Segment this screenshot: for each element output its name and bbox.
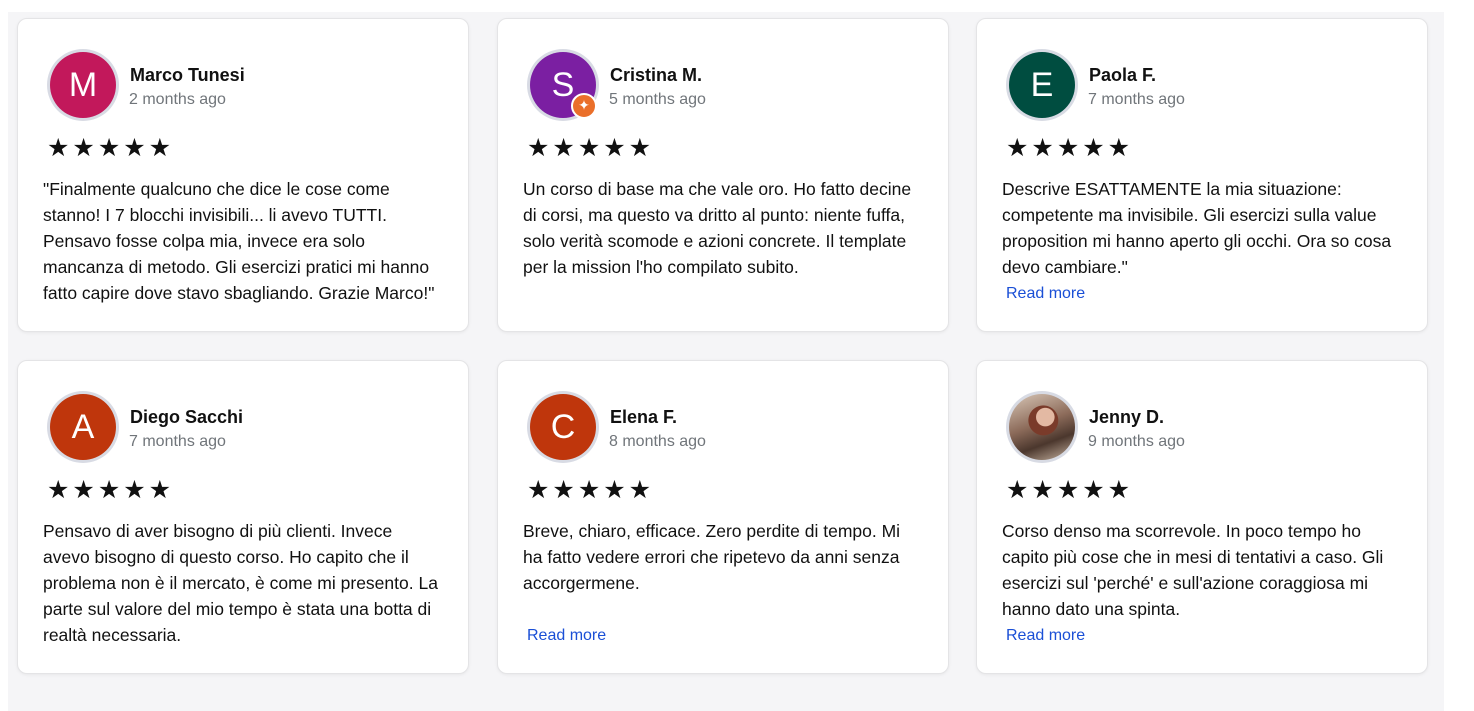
star-rating: ★★★★★ <box>527 475 655 504</box>
review-time: 5 months ago <box>609 91 706 108</box>
review-card: Jenny D. 9 months ago ★★★★★ Corso denso … <box>976 360 1428 674</box>
star-rating: ★★★★★ <box>47 133 175 162</box>
star-rating: ★★★★★ <box>47 475 175 504</box>
reviewer-name[interactable]: Diego Sacchi <box>130 407 243 428</box>
review-text: Pensavo di aver bisogno di più clienti. … <box>43 521 438 645</box>
star-rating: ★★★★★ <box>527 133 655 162</box>
review-text: Un corso di base ma che vale oro. Ho fat… <box>523 179 912 277</box>
reviewer-name[interactable]: Marco Tunesi <box>130 65 245 86</box>
review-card: E Paola F. 7 months ago ★★★★★ Descrive E… <box>976 18 1428 332</box>
avatar[interactable]: M <box>47 49 119 121</box>
avatar[interactable]: E <box>1006 49 1078 121</box>
review-card: M Marco Tunesi 2 months ago ★★★★★ "Final… <box>17 18 469 332</box>
review-card: A Diego Sacchi 7 months ago ★★★★★ Pensav… <box>17 360 469 674</box>
star-badge-icon: ✦ <box>571 93 597 119</box>
review-card: C Elena F. 8 months ago ★★★★★ Breve, chi… <box>497 360 949 674</box>
star-rating: ★★★★★ <box>1006 475 1134 504</box>
review-time: 8 months ago <box>609 433 706 450</box>
review-text: Descrive ESATTAMENTE la mia situazione: … <box>1002 179 1392 277</box>
reviewer-name[interactable]: Jenny D. <box>1089 407 1164 428</box>
review-text: Breve, chiaro, efficace. Zero perdite di… <box>523 521 901 593</box>
review-time: 7 months ago <box>1088 91 1185 108</box>
avatar[interactable] <box>1006 391 1078 463</box>
avatar-initial: E <box>1009 52 1075 118</box>
review-text: Corso denso ma scorrevole. In poco tempo… <box>1002 521 1384 619</box>
avatar-initial: M <box>50 52 116 118</box>
review-time: 2 months ago <box>129 91 226 108</box>
review-time: 9 months ago <box>1088 433 1185 450</box>
reviewer-name[interactable]: Paola F. <box>1089 65 1156 86</box>
avatar-initial: A <box>50 394 116 460</box>
profile-photo <box>1009 394 1075 460</box>
star-rating: ★★★★★ <box>1006 133 1134 162</box>
avatar-initial: C <box>530 394 596 460</box>
read-more-link[interactable]: Read more <box>1006 627 1085 645</box>
reviewer-name[interactable]: Elena F. <box>610 407 677 428</box>
review-card: S ✦ Cristina M. 5 months ago ★★★★★ Un co… <box>497 18 949 332</box>
avatar[interactable]: C <box>527 391 599 463</box>
read-more-link[interactable]: Read more <box>1006 285 1085 303</box>
avatar[interactable]: A <box>47 391 119 463</box>
avatar[interactable]: S ✦ <box>527 49 599 121</box>
reviewer-name[interactable]: Cristina M. <box>610 65 702 86</box>
review-text: "Finalmente qualcuno che dice le cose co… <box>43 179 435 303</box>
review-time: 7 months ago <box>129 433 226 450</box>
read-more-link[interactable]: Read more <box>527 627 606 645</box>
